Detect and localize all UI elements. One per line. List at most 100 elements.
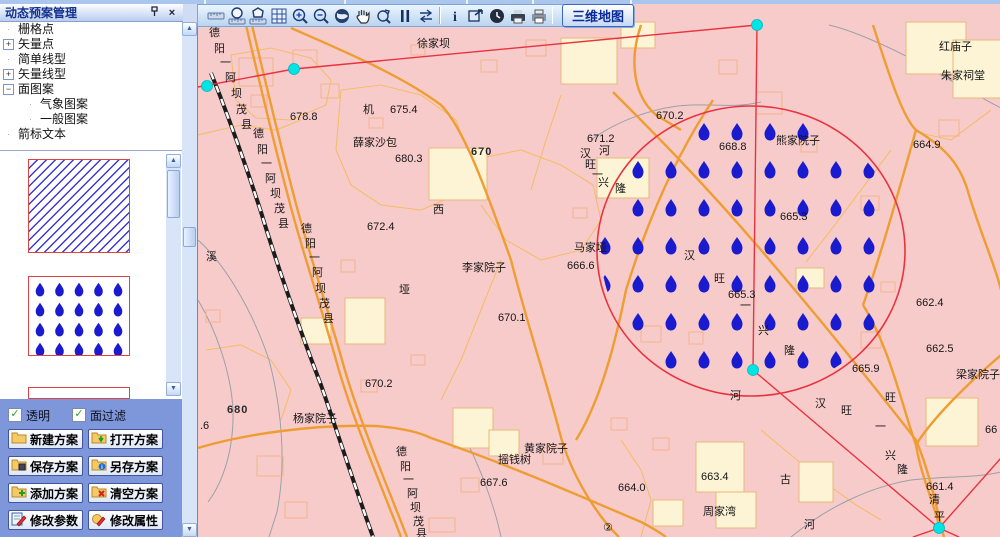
vertex-handle[interactable]: [752, 20, 763, 31]
tree-expander-icon[interactable]: +: [3, 69, 14, 80]
button-新建方案[interactable]: 新建方案: [8, 429, 83, 449]
tree-connector: ·: [25, 114, 36, 125]
vertex-handle[interactable]: [934, 523, 945, 534]
map-label: 坝: [231, 86, 242, 100]
map-label: 阿: [265, 172, 276, 185]
scroll-thumb[interactable]: [167, 170, 180, 218]
map-label: 熊家院子: [776, 133, 820, 147]
swap-arrows-icon[interactable]: [415, 6, 436, 26]
scroll-down-icon[interactable]: ▼: [166, 382, 181, 396]
raindrop-dots-swatch[interactable]: [28, 276, 130, 356]
plan-red-line[interactable]: [753, 370, 939, 528]
checkbox-透明[interactable]: ✓透明: [8, 408, 50, 422]
tree-item-矢量点[interactable]: + 矢量点: [0, 37, 183, 52]
pattern-list: ▲ ▼: [0, 151, 183, 399]
globe-icon[interactable]: [331, 6, 352, 26]
pan-hand-icon[interactable]: [352, 6, 373, 26]
raindrop-pattern: [29, 277, 129, 355]
tree-item-label: 栅格点: [18, 22, 54, 36]
zoom-previous-icon[interactable]: [373, 6, 394, 26]
toolbar-separator: [439, 7, 441, 24]
plan-circle-outline[interactable]: [597, 106, 905, 396]
scroll-thumb[interactable]: [183, 227, 196, 247]
map-label: 薛家沙包: [353, 135, 397, 149]
close-icon[interactable]: ×: [165, 6, 179, 20]
grid-icon[interactable]: [268, 6, 289, 26]
print-icon[interactable]: [528, 6, 549, 26]
button-另存方案[interactable]: i另存方案: [88, 456, 163, 476]
map-label: 隆: [897, 462, 908, 476]
plan-red-line[interactable]: [753, 25, 757, 370]
diagonal-hatch-swatch[interactable]: [28, 159, 130, 253]
measure-polygon-icon[interactable]: [247, 6, 268, 26]
tree-item-矢量线型[interactable]: +矢量线型: [0, 67, 183, 82]
button-label: 新建方案: [30, 431, 78, 448]
button-修改参数[interactable]: 修改参数: [8, 510, 83, 530]
vertex-handle[interactable]: [748, 365, 759, 376]
map-label: 旺: [714, 273, 725, 285]
vertex-handle[interactable]: [202, 81, 213, 92]
button-保存方案[interactable]: 保存方案: [8, 456, 83, 476]
checkbox-icon[interactable]: ✓: [72, 408, 86, 422]
tree-item-栅格点[interactable]: ·栅格点: [0, 22, 183, 37]
tree-connector: ·: [3, 54, 14, 65]
pattern-list-scrollbar[interactable]: ▲ ▼: [166, 154, 181, 396]
tree-item-面图案[interactable]: −面图案: [0, 82, 183, 97]
tree-expander-icon[interactable]: +: [3, 39, 14, 50]
scroll-up-icon[interactable]: ▲: [166, 154, 181, 168]
vertex-handle[interactable]: [289, 64, 300, 75]
button-修改属性[interactable]: 修改属性: [88, 510, 163, 530]
zoom-out-icon[interactable]: [310, 6, 331, 26]
checkbox-icon[interactable]: ✓: [8, 408, 22, 422]
tree-connector: ·: [25, 99, 36, 110]
panel-scrollbar[interactable]: ▲ ▼: [182, 22, 197, 537]
map-label: 672.4: [367, 221, 395, 233]
button-添加方案[interactable]: 添加方案: [8, 483, 83, 503]
button-label: 修改属性: [110, 512, 158, 529]
map-label: 朱家祠堂: [941, 68, 985, 82]
svg-text:i: i: [453, 10, 457, 25]
zoom-in-icon[interactable]: [289, 6, 310, 26]
tree-item-label: 一般图案: [40, 112, 88, 126]
measure-area-icon[interactable]: [226, 6, 247, 26]
measure-distance-icon[interactable]: [205, 6, 226, 26]
edit-props-icon: [91, 511, 107, 530]
map-label: 清: [929, 493, 940, 506]
map-label: 马家垭: [574, 240, 607, 254]
map-label: 662.4: [916, 297, 944, 309]
button-打开方案[interactable]: 打开方案: [88, 429, 163, 449]
export-icon[interactable]: [465, 6, 486, 26]
tree-item-label: 面图案: [18, 82, 54, 96]
pause-icon[interactable]: [394, 6, 415, 26]
tree-item-一般图案[interactable]: · 一般图案: [0, 112, 183, 127]
tree-expander-icon[interactable]: −: [3, 84, 14, 95]
map-label: 周家湾: [703, 504, 736, 518]
map-label: 坝: [315, 281, 326, 295]
pin-icon[interactable]: [147, 6, 161, 20]
map-canvas[interactable]: 徐家坝红庙子朱家祠堂德阳一阿坝茂县德阳一阿坝茂县德阳一阿坝茂县德阳一阿坝茂县67…: [198, 4, 1000, 537]
map-label: 德: [253, 126, 264, 140]
scroll-up-icon[interactable]: ▲: [182, 22, 197, 36]
tree-item-label: 矢量点: [18, 37, 54, 51]
tree: ·栅格点+矢量点·简单线型+矢量线型−面图案·气象图案·一般图案·箭标文本: [0, 22, 183, 151]
raindrop-dots-swatch-partial[interactable]: [28, 387, 130, 399]
scroll-down-icon[interactable]: ▼: [182, 523, 197, 537]
tree-item-简单线型[interactable]: ·简单线型: [0, 52, 183, 67]
map-label: 662.5: [926, 343, 954, 355]
plan-red-line[interactable]: [198, 25, 757, 87]
checkbox-面过滤[interactable]: ✓面过滤: [72, 408, 126, 422]
map-label: 河: [599, 144, 610, 157]
plan-red-line[interactable]: [939, 458, 1000, 528]
map-label: 红庙子: [939, 39, 972, 53]
button-清空方案[interactable]: 清空方案: [88, 483, 163, 503]
folder-new-icon: [11, 430, 27, 449]
tree-item-气象图案[interactable]: ·气象图案: [0, 97, 183, 112]
print-preview-icon[interactable]: [507, 6, 528, 26]
map-label: 665.9: [852, 363, 880, 375]
map-label: 坝: [270, 186, 281, 200]
clock-icon[interactable]: [486, 6, 507, 26]
map3d-button[interactable]: 三维地图: [562, 4, 634, 27]
info-icon[interactable]: i: [444, 6, 465, 26]
map-label: 664.0: [618, 482, 646, 494]
tree-item-箭标文本[interactable]: ·箭标文本: [0, 127, 183, 142]
